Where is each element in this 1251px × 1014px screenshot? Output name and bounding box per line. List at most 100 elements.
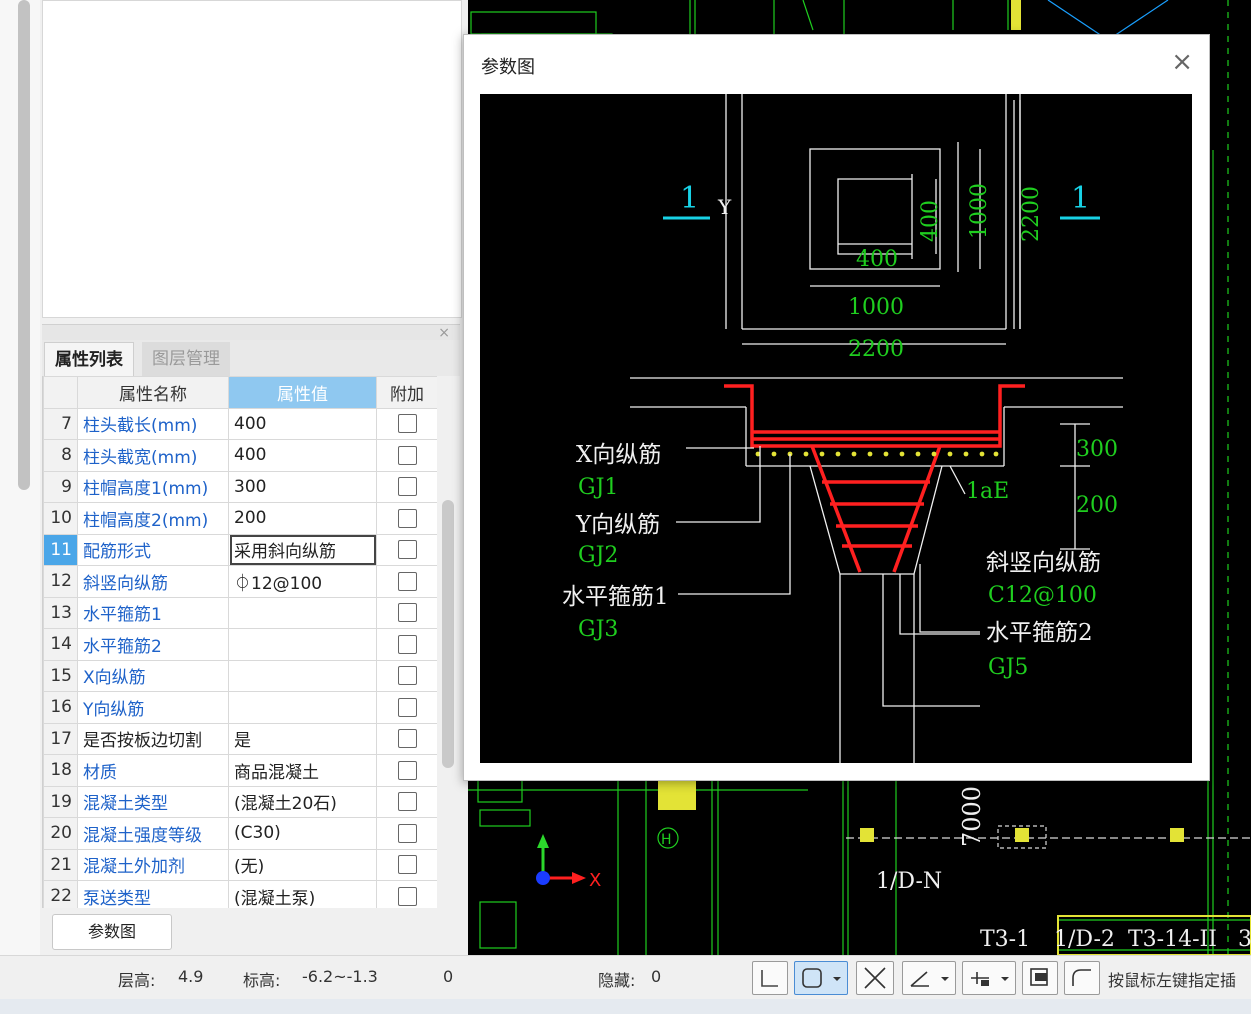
property-value[interactable] (228, 596, 377, 629)
label-h-stirrup2: 水平箍筋2 (986, 620, 1093, 646)
table-row[interactable]: 21 混凝土外加剂 (无) (43, 848, 437, 881)
property-value[interactable] (228, 628, 377, 661)
extra-checkbox[interactable] (397, 855, 417, 875)
angle-snap-button[interactable] (902, 961, 956, 995)
property-name[interactable]: X向纵筋 (77, 659, 229, 692)
cross-snap-button[interactable] (856, 961, 894, 995)
property-value[interactable]: (C30) (228, 817, 377, 850)
property-value[interactable]: (无) (228, 848, 377, 881)
section-mark-right: 1 (1071, 181, 1090, 216)
property-value[interactable]: 商品混凝土 (228, 754, 377, 787)
tab-layer-management[interactable]: 图层管理 (142, 342, 230, 376)
property-name[interactable]: 柱头截长(mm) (77, 407, 229, 440)
property-name[interactable]: 水平箍筋2 (77, 628, 229, 661)
extra-checkbox[interactable] (397, 886, 417, 906)
param-diagram-canvas: 400 400 1000 2200 1000 2200 1 1 Y X向纵筋 Y… (480, 94, 1192, 763)
extra-checkbox[interactable] (397, 508, 417, 528)
extra-checkbox[interactable] (397, 760, 417, 780)
property-name[interactable]: 配筋形式 (77, 533, 229, 566)
table-row[interactable]: 10 柱帽高度2(mm) 200 (43, 502, 437, 535)
property-value[interactable]: (混凝土20石) (228, 785, 377, 818)
property-value[interactable]: 300 (228, 470, 377, 503)
code-gj5: GJ5 (988, 655, 1028, 680)
property-name[interactable]: Y向纵筋 (77, 691, 229, 724)
left-scrollbar-thumb[interactable] (18, 0, 30, 490)
table-row[interactable]: 8 柱头截宽(mm) 400 (43, 439, 437, 472)
property-name[interactable]: 混凝土类型 (77, 785, 229, 818)
table-row[interactable]: 18 材质 商品混凝土 (43, 754, 437, 787)
property-value[interactable]: 是 (228, 722, 377, 755)
cad-yellow-strip (1011, 0, 1021, 30)
property-name[interactable]: 混凝土外加剂 (77, 848, 229, 881)
table-row[interactable]: 22 泵送类型 (混凝土泵) (43, 880, 437, 908)
row-number: 9 (43, 470, 78, 503)
cross-icon (864, 967, 886, 989)
table-row[interactable]: 15 X向纵筋 (43, 659, 437, 692)
dim-2200-horizontal: 2200 (848, 337, 904, 362)
extra-checkbox[interactable] (397, 445, 417, 465)
property-name[interactable]: 材质 (77, 754, 229, 787)
property-name[interactable]: 柱帽高度2(mm) (77, 502, 229, 535)
table-row[interactable]: 20 混凝土强度等级 (C30) (43, 817, 437, 850)
property-panel-header: × (42, 324, 460, 341)
grid-header-extra[interactable]: 附加 (376, 376, 437, 409)
table-row[interactable]: 11 配筋形式 采用斜向纵筋 (43, 533, 437, 566)
property-name[interactable]: 是否按板边切割 (77, 722, 229, 755)
table-row[interactable]: 9 柱帽高度1(mm) 300 (43, 470, 437, 503)
extra-cell (376, 565, 437, 598)
offset-button[interactable] (962, 961, 1016, 995)
extra-checkbox[interactable] (397, 477, 417, 497)
extra-checkbox[interactable] (397, 634, 417, 654)
cad-yellow-block (658, 780, 696, 810)
grid-scrollbar-thumb[interactable] (442, 500, 454, 768)
close-icon[interactable]: × (438, 325, 450, 341)
property-name[interactable]: 柱头截宽(mm) (77, 439, 229, 472)
table-row[interactable]: 14 水平箍筋2 (43, 628, 437, 661)
extra-checkbox[interactable] (397, 823, 417, 843)
grid-header-name[interactable]: 属性名称 (77, 376, 229, 409)
extra-checkbox[interactable] (397, 603, 417, 623)
extra-cell (376, 691, 437, 724)
label-h-stirrup1: 水平箍筋1 (562, 584, 669, 610)
cad-text-3: 3 (1238, 927, 1251, 952)
table-row[interactable]: 19 混凝土类型 (混凝土20石) (43, 785, 437, 818)
close-icon[interactable]: × (1171, 47, 1193, 77)
property-value[interactable] (228, 691, 377, 724)
extra-checkbox[interactable] (397, 666, 417, 686)
property-value[interactable]: ⏀12@100 (228, 565, 377, 598)
property-value[interactable]: 400 (228, 407, 377, 440)
property-value[interactable]: 采用斜向纵筋 (228, 533, 377, 566)
display-button[interactable] (1022, 961, 1058, 995)
property-name[interactable]: 水平箍筋1 (77, 596, 229, 629)
property-name[interactable]: 柱帽高度1(mm) (77, 470, 229, 503)
rebar-dots (755, 451, 999, 457)
ortho-button[interactable] (752, 961, 788, 995)
arc-button[interactable] (1064, 961, 1100, 995)
floor-height-label: 层高: (118, 971, 156, 990)
extra-checkbox[interactable] (397, 697, 417, 717)
extra-checkbox[interactable] (397, 540, 417, 560)
property-value[interactable]: 200 (228, 502, 377, 535)
extra-checkbox[interactable] (397, 792, 417, 812)
param-diagram-button[interactable]: 参数图 (52, 914, 172, 950)
table-row[interactable]: 16 Y向纵筋 (43, 691, 437, 724)
property-name[interactable]: 混凝土强度等级 (77, 817, 229, 850)
tab-property-list[interactable]: 属性列表 (44, 342, 134, 377)
table-row[interactable]: 17 是否按板边切割是 (43, 722, 437, 755)
property-name[interactable]: 泵送类型 (77, 880, 229, 908)
extra-checkbox[interactable] (397, 414, 417, 434)
property-value[interactable]: (混凝土泵) (228, 880, 377, 908)
table-row[interactable]: 12 斜竖向纵筋 ⏀12@100 (43, 565, 437, 598)
grid-header-value[interactable]: 属性值 (228, 376, 377, 409)
property-value[interactable]: 400 (228, 439, 377, 472)
table-row[interactable]: 13 水平箍筋1 (43, 596, 437, 629)
property-name[interactable]: 斜竖向纵筋 (77, 565, 229, 598)
grid-header-row: 属性名称 属性值 附加 (43, 376, 437, 409)
axis-y-label: Y (717, 195, 732, 219)
property-value[interactable] (228, 659, 377, 692)
extra-checkbox[interactable] (397, 571, 417, 591)
table-row[interactable]: 7 柱头截长(mm) 400 (43, 407, 437, 440)
elevation-value: -6.2~-1.3 (302, 967, 378, 986)
extra-checkbox[interactable] (397, 729, 417, 749)
object-snap-button[interactable] (794, 961, 848, 995)
